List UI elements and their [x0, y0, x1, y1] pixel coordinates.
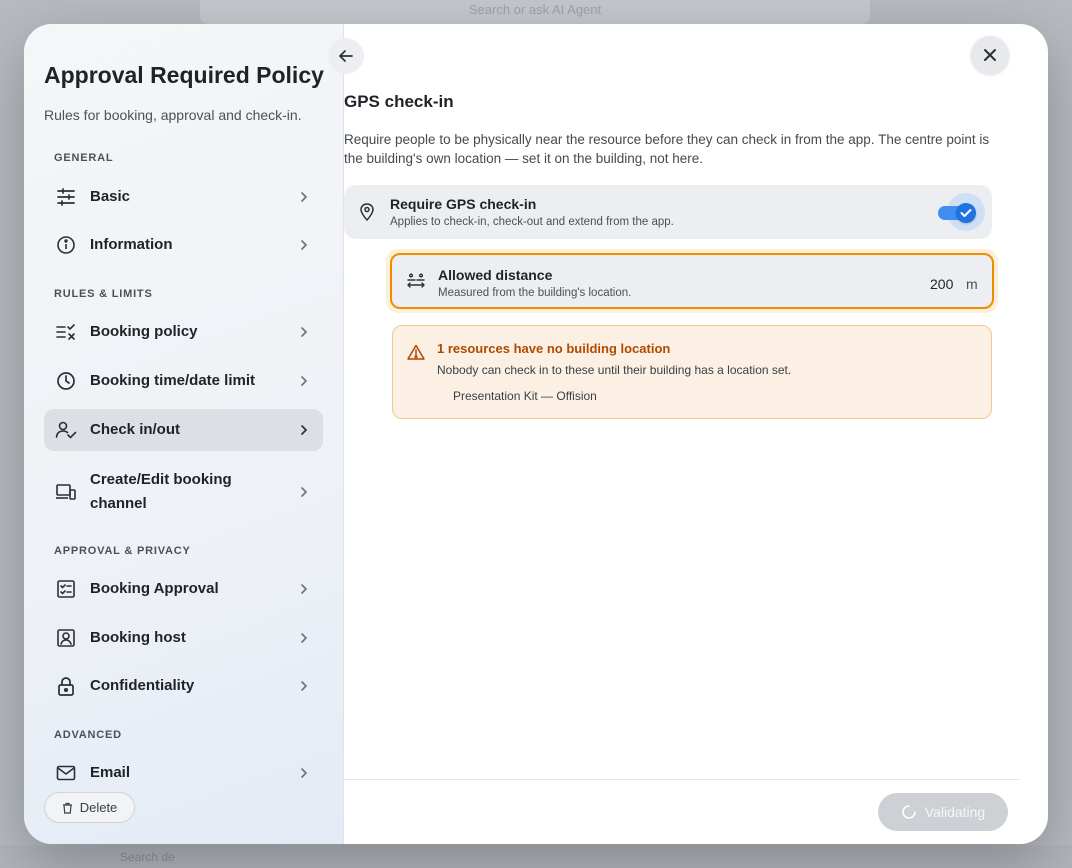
distance-subtitle: Measured from the building's location.: [438, 287, 632, 299]
sidebar-item-email[interactable]: Email: [44, 752, 323, 794]
footer-divider: [344, 779, 1020, 780]
sidebar-item-label: Booking Approval: [90, 580, 219, 597]
check-icon: [960, 209, 972, 217]
chevron-right-icon: [301, 681, 308, 691]
trash-icon: [62, 802, 72, 814]
location-pin-icon: [360, 203, 374, 221]
chevron-right-icon: [301, 327, 308, 337]
clock-icon: [55, 370, 77, 392]
sidebar-item-information[interactable]: Information: [44, 224, 323, 266]
warning-description: Nobody can check in to these until their…: [437, 363, 792, 377]
sidebar-item-booking-channel[interactable]: Create/Edit booking channel: [44, 467, 323, 517]
checklist-icon: [55, 578, 77, 600]
spinner-icon: [902, 805, 916, 819]
section-approval-privacy: APPROVAL & PRIVACY: [54, 545, 191, 557]
host-icon: [55, 627, 77, 649]
gps-checkin-row[interactable]: Require GPS check-in Applies to check-in…: [344, 185, 992, 239]
distance-unit: m: [966, 276, 978, 292]
policy-title: Approval Required Policy: [44, 62, 324, 88]
lock-icon: [55, 675, 77, 697]
sidebar-item-label: Booking policy: [90, 323, 198, 340]
back-button[interactable]: [328, 38, 364, 74]
chevron-right-icon: [301, 240, 308, 250]
validating-button[interactable]: Validating: [878, 793, 1008, 831]
distance-icon: [407, 273, 425, 288]
sidebar-item-label: Booking host: [90, 629, 186, 646]
settings-sidebar: Approval Required Policy Rules for booki…: [24, 24, 344, 844]
sidebar-item-label: Check in/out: [90, 421, 181, 438]
chevron-right-icon: [301, 633, 308, 643]
sidebar-item-label: Email: [90, 764, 131, 781]
devices-icon: [55, 481, 77, 503]
distance-value[interactable]: 200: [930, 276, 953, 292]
warning-icon: [407, 344, 425, 360]
page-description: Require people to be physically near the…: [344, 132, 990, 166]
info-icon: [55, 234, 77, 256]
chevron-right-icon: [301, 376, 308, 386]
section-general: GENERAL: [54, 152, 114, 164]
sidebar-item-label: Create/Edit booking channel: [90, 471, 232, 512]
sidebar-item-booking-approval[interactable]: Booking Approval: [44, 568, 323, 610]
warning-title: 1 resources have no building location: [437, 341, 671, 356]
chevron-right-icon: [301, 487, 308, 497]
delete-label: Delete: [79, 800, 118, 815]
chevron-right-icon: [301, 425, 308, 435]
sidebar-item-confidentiality[interactable]: Confidentiality: [44, 665, 323, 707]
sidebar-item-basic[interactable]: Basic: [44, 176, 323, 218]
chevron-right-icon: [301, 192, 308, 202]
background-search: Search or ask AI Agent: [200, 0, 870, 24]
section-advanced: ADVANCED: [54, 729, 122, 741]
sidebar-item-label: Booking time/date limit: [90, 372, 256, 389]
sidebar-item-booking-time-limit[interactable]: Booking time/date limit: [44, 360, 323, 402]
policy-modal: Approval Required Policy Rules for booki…: [24, 24, 1048, 844]
mail-icon: [55, 762, 77, 784]
chevron-right-icon: [301, 584, 308, 594]
sliders-icon: [55, 186, 77, 208]
list-check-icon: [55, 321, 77, 343]
warning-resource-item: Presentation Kit — Offision: [453, 389, 597, 403]
page-title: GPS check-in: [344, 92, 454, 111]
delete-button[interactable]: Delete: [44, 792, 135, 823]
user-check-icon: [55, 419, 77, 441]
gps-toggle-knob[interactable]: [956, 203, 976, 223]
gps-checkin-title: Require GPS check-in: [390, 196, 537, 212]
gps-checkin-subtitle: Applies to check-in, check-out and exten…: [390, 216, 674, 228]
main-panel: GPS check-in Require people to be physic…: [328, 24, 1048, 844]
sidebar-item-label: Basic: [90, 188, 131, 205]
sidebar-item-label: Confidentiality: [90, 677, 195, 694]
sidebar-item-booking-policy[interactable]: Booking policy: [44, 311, 323, 353]
background-search-text: Search or ask AI Agent: [468, 1, 602, 17]
section-rules-limits: RULES & LIMITS: [54, 288, 153, 300]
validating-label: Validating: [924, 804, 986, 820]
allowed-distance-field[interactable]: Allowed distance Measured from the build…: [390, 253, 994, 309]
chevron-right-icon: [301, 768, 308, 778]
sidebar-item-check-in-out[interactable]: Check in/out: [44, 409, 323, 451]
warning-box: 1 resources have no building location No…: [392, 325, 992, 419]
close-button[interactable]: [971, 36, 1009, 74]
distance-title: Allowed distance: [438, 267, 553, 283]
close-icon: [984, 49, 996, 61]
arrow-left-icon: [338, 50, 353, 62]
sidebar-item-label: Information: [90, 236, 173, 253]
background-footer-text: Search de: [120, 850, 175, 864]
sidebar-item-booking-host[interactable]: Booking host: [44, 617, 323, 659]
policy-subtitle: Rules for booking, approval and check-in…: [44, 107, 302, 123]
